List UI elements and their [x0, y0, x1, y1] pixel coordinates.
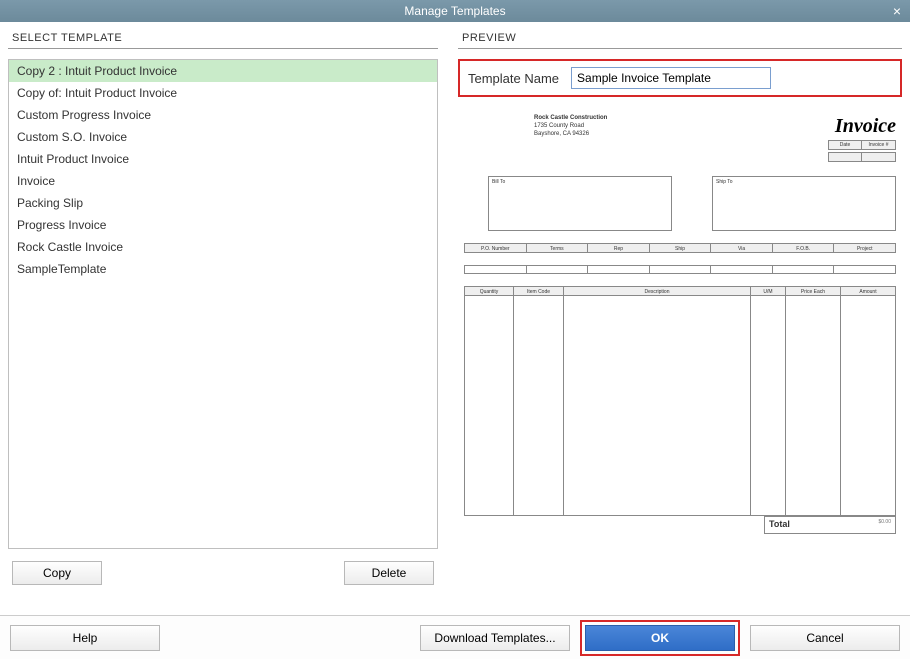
- content-area: SELECT TEMPLATE Copy 2 : Intuit Product …: [0, 22, 910, 615]
- ship-to-box: Ship To: [712, 176, 896, 231]
- window-title: Manage Templates: [404, 4, 505, 18]
- template-list-item[interactable]: Custom Progress Invoice: [9, 104, 437, 126]
- template-list-item[interactable]: Invoice: [9, 170, 437, 192]
- template-name-label: Template Name: [468, 71, 559, 86]
- table-column: Item Code: [514, 286, 564, 516]
- table-column: Price Each: [786, 286, 841, 516]
- company-addr2: Bayshore, CA 94326: [534, 131, 607, 139]
- download-templates-button[interactable]: Download Templates...: [420, 625, 570, 651]
- header-cell: P.O. Number: [464, 243, 527, 253]
- data-cell: [650, 265, 712, 274]
- column-body: [841, 296, 895, 515]
- template-list-item[interactable]: Packing Slip: [9, 192, 437, 214]
- column-body: [564, 296, 750, 515]
- table-column: Amount: [841, 286, 896, 516]
- ok-button[interactable]: OK: [585, 625, 735, 651]
- header-cell: Via: [711, 243, 773, 253]
- template-listbox[interactable]: Copy 2 : Intuit Product InvoiceCopy of: …: [8, 59, 438, 549]
- date-header: Date: [828, 140, 862, 150]
- data-cell: [464, 265, 527, 274]
- left-button-row: Copy Delete: [8, 549, 438, 585]
- bill-to-box: Bill To: [488, 176, 672, 231]
- data-cell: [588, 265, 650, 274]
- table-column: Description: [564, 286, 751, 516]
- company-block: Rock Castle Construction 1735 County Roa…: [534, 115, 607, 162]
- manage-templates-window: Manage Templates × SELECT TEMPLATE Copy …: [0, 0, 910, 659]
- date-invoice-values: [828, 152, 896, 162]
- line-items-table: QuantityItem CodeDescriptionU/MPrice Eac…: [464, 286, 896, 516]
- column-header: Amount: [841, 287, 895, 296]
- template-name-input[interactable]: [571, 67, 771, 89]
- column-body: [514, 296, 563, 515]
- table-column: U/M: [751, 286, 786, 516]
- column-header: U/M: [751, 287, 785, 296]
- data-cell: [711, 265, 773, 274]
- select-template-panel: SELECT TEMPLATE Copy 2 : Intuit Product …: [8, 30, 438, 615]
- header-cell: F.O.B.: [773, 243, 835, 253]
- company-addr1: 1735 County Road: [534, 123, 607, 131]
- template-list-item[interactable]: Copy of: Intuit Product Invoice: [9, 82, 437, 104]
- total-cell: Total $0.00: [764, 516, 896, 534]
- footer-bar: Help Download Templates... OK Cancel: [0, 615, 910, 659]
- table-column: Quantity: [464, 286, 514, 516]
- data-cell: [834, 265, 896, 274]
- invoice-title-block: Invoice Date Invoice #: [828, 115, 896, 162]
- close-icon[interactable]: ×: [890, 4, 904, 18]
- invoice-title: Invoice: [828, 115, 896, 138]
- total-label: Total: [769, 519, 790, 531]
- company-name: Rock Castle Construction: [534, 115, 607, 123]
- template-name-row: Template Name: [458, 59, 902, 97]
- invoice-no-header: Invoice #: [862, 140, 896, 150]
- preview-header: PREVIEW: [458, 30, 902, 49]
- total-amount: $0.00: [878, 519, 891, 531]
- template-list-item[interactable]: Copy 2 : Intuit Product Invoice: [9, 60, 437, 82]
- header-cell: Project: [834, 243, 896, 253]
- total-row: Total $0.00: [464, 516, 896, 534]
- data-row-1: [464, 265, 896, 274]
- select-template-header: SELECT TEMPLATE: [8, 30, 438, 49]
- ok-callout: OK: [580, 620, 740, 656]
- header-cell: Ship: [650, 243, 712, 253]
- date-invoice-headers: Date Invoice #: [828, 140, 896, 150]
- delete-button[interactable]: Delete: [344, 561, 434, 585]
- template-list-item[interactable]: Intuit Product Invoice: [9, 148, 437, 170]
- template-list-item[interactable]: Rock Castle Invoice: [9, 236, 437, 258]
- cancel-button[interactable]: Cancel: [750, 625, 900, 651]
- column-header: Description: [564, 287, 750, 296]
- column-body: [786, 296, 840, 515]
- invoice-no-value: [862, 152, 896, 162]
- header-row-1: P.O. NumberTermsRepShipViaF.O.B.Project: [464, 243, 896, 253]
- header-cell: Rep: [588, 243, 650, 253]
- data-cell: [773, 265, 835, 274]
- column-header: Item Code: [514, 287, 563, 296]
- header-cell: Terms: [527, 243, 589, 253]
- column-header: Quantity: [465, 287, 513, 296]
- copy-button[interactable]: Copy: [12, 561, 102, 585]
- column-header: Price Each: [786, 287, 840, 296]
- preview-panel: PREVIEW Template Name Rock Castle Constr…: [458, 30, 902, 615]
- data-cell: [527, 265, 589, 274]
- column-body: [751, 296, 785, 515]
- title-bar: Manage Templates ×: [0, 0, 910, 22]
- help-button[interactable]: Help: [10, 625, 160, 651]
- template-list-item[interactable]: Custom S.O. Invoice: [9, 126, 437, 148]
- invoice-preview: Rock Castle Construction 1735 County Roa…: [458, 109, 902, 559]
- date-value: [828, 152, 862, 162]
- template-list-item[interactable]: Progress Invoice: [9, 214, 437, 236]
- template-list-item[interactable]: SampleTemplate: [9, 258, 437, 280]
- column-body: [465, 296, 513, 515]
